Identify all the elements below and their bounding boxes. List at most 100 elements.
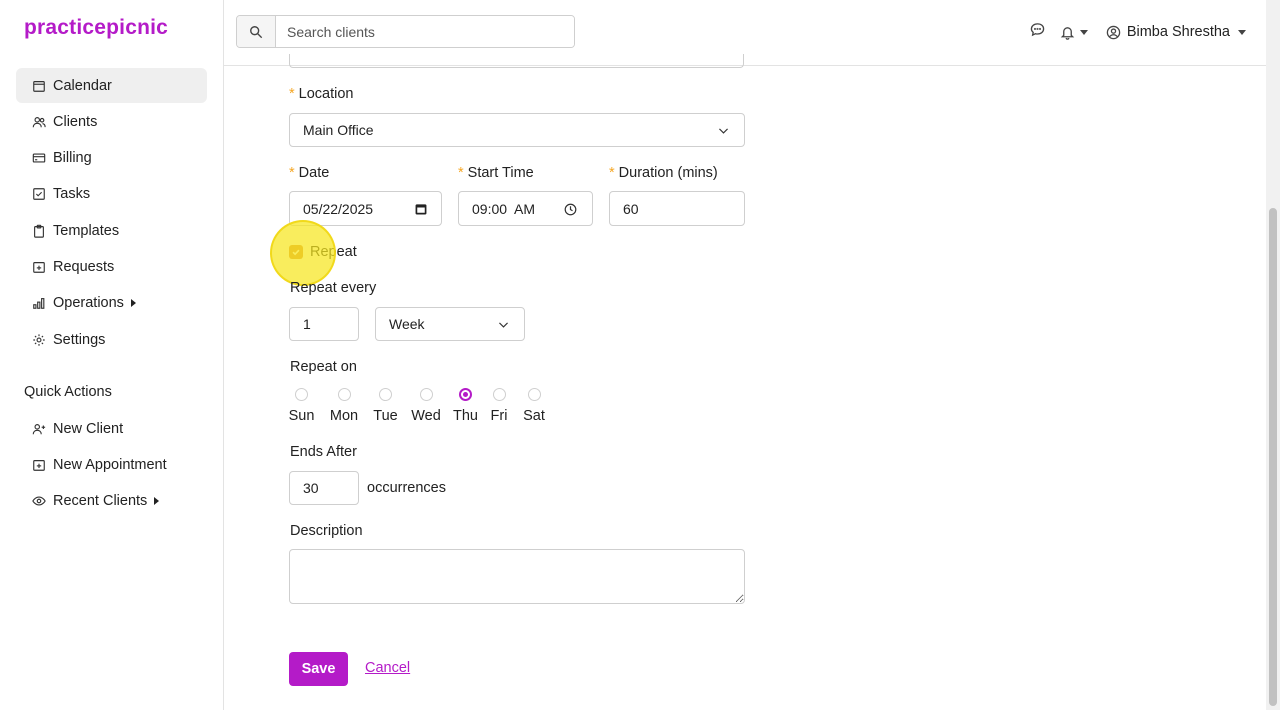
radio-button[interactable] [492, 388, 506, 401]
day-label: Fri [490, 408, 508, 424]
date-input[interactable]: 05/22/2025 [289, 191, 442, 226]
search-input[interactable] [276, 16, 574, 47]
ends-after-input[interactable]: 30 [289, 471, 359, 505]
day-option-fri[interactable]: Fri [490, 388, 508, 424]
sidebar-item-label: Billing [53, 150, 92, 167]
date-value: 05/22/2025 [303, 200, 374, 217]
radio-button-selected[interactable] [459, 388, 472, 401]
caret-right-icon [154, 497, 160, 506]
user-name: Bimba Shrestha [1126, 24, 1230, 40]
chat-icon[interactable] [1030, 22, 1045, 42]
clock-icon[interactable] [564, 203, 577, 216]
repeat-label[interactable]: Repeat [310, 244, 357, 260]
sidebar-item-label: Operations [53, 295, 124, 312]
quick-actions-title: Quick Actions [24, 384, 112, 400]
checkmark-icon [292, 249, 300, 256]
radio-button[interactable] [379, 388, 392, 401]
sidebar-item-clients[interactable]: Clients [16, 104, 207, 139]
radio-button[interactable] [527, 388, 541, 401]
search-button[interactable] [237, 16, 276, 47]
calendar-icon[interactable] [415, 203, 427, 215]
day-option-sun[interactable]: Sun [289, 388, 314, 424]
start-time-label: * Start Time [458, 165, 534, 181]
sidebar-item-label: Templates [53, 222, 120, 239]
quick-action-new-client[interactable]: New Client [16, 411, 207, 446]
sidebar-item-templates[interactable]: Templates [16, 213, 207, 248]
gear-icon [31, 332, 46, 347]
repeat-checkbox[interactable] [289, 245, 303, 259]
duration-input[interactable]: 60 [609, 191, 745, 226]
cancel-link[interactable]: Cancel [365, 660, 410, 676]
radio-button[interactable] [419, 388, 433, 401]
header-actions: Bimba Shrestha [1030, 21, 1246, 43]
repeat-unit-select[interactable]: Week [375, 307, 525, 341]
chevron-down-icon [719, 128, 728, 134]
location-select[interactable]: Main Office [289, 113, 745, 147]
description-label: Description [290, 523, 363, 539]
calendar-plus-icon [31, 457, 46, 472]
sidebar-item-requests[interactable]: Requests [16, 249, 207, 284]
clipboard-icon [31, 223, 46, 238]
day-label: Sat [523, 408, 545, 424]
scrollbar-thumb[interactable] [1269, 208, 1277, 706]
day-option-wed[interactable]: Wed [411, 388, 441, 424]
eye-icon [31, 494, 46, 509]
calendar-icon [31, 78, 46, 93]
start-time-value: 09:00 AM [472, 200, 536, 217]
day-label: Wed [411, 408, 441, 424]
credit-card-icon [31, 151, 46, 166]
chevron-down-icon [499, 322, 508, 328]
radio-button[interactable] [337, 388, 351, 401]
chevron-down-icon [1238, 29, 1246, 35]
sidebar-item-settings[interactable]: Settings [16, 322, 207, 357]
search-icon [250, 25, 263, 38]
day-option-tue[interactable]: Tue [373, 388, 398, 424]
repeat-on-days: Sun Mon Tue Wed Thu Fri Sat [289, 388, 546, 424]
calendar-plus-icon [31, 259, 46, 274]
bell-icon [1060, 26, 1075, 40]
occurrences-label: occurrences [367, 480, 446, 496]
sidebar-nav: Calendar Clients Billing Tasks Templates… [16, 68, 207, 358]
notifications-dropdown[interactable] [1060, 25, 1088, 40]
sidebar-item-operations[interactable]: Operations [16, 286, 207, 321]
day-option-mon[interactable]: Mon [329, 388, 359, 424]
quick-action-recent-clients[interactable]: Recent Clients [16, 484, 207, 519]
sidebar-item-calendar[interactable]: Calendar [16, 68, 207, 103]
description-textarea[interactable] [289, 549, 745, 604]
users-icon [31, 114, 46, 129]
app-logo[interactable]: practicepicnic [24, 16, 168, 40]
day-label: Tue [373, 408, 398, 424]
radio-button[interactable] [295, 388, 308, 401]
checkbox-icon [31, 187, 46, 202]
sidebar-item-tasks[interactable]: Tasks [16, 177, 207, 212]
day-option-thu[interactable]: Thu [453, 388, 478, 424]
chevron-down-icon [1079, 29, 1088, 35]
day-label: Sun [288, 408, 315, 424]
previous-field-bottom[interactable] [289, 54, 744, 68]
bar-chart-icon [31, 296, 46, 311]
sidebar-item-label: Requests [53, 258, 115, 275]
quick-action-new-appointment[interactable]: New Appointment [16, 447, 207, 482]
sidebar-item-label: Calendar [53, 77, 112, 94]
date-label: * Date [289, 165, 330, 181]
quick-action-label: New Client [53, 420, 124, 437]
sidebar-item-label: Settings [53, 331, 106, 348]
sidebar-item-label: Tasks [53, 186, 91, 203]
user-plus-icon [31, 421, 46, 436]
repeat-every-input[interactable]: 1 [289, 307, 359, 341]
repeat-on-label: Repeat on [290, 359, 357, 375]
duration-value: 60 [623, 200, 639, 217]
quick-action-label: Recent Clients [53, 493, 148, 510]
location-value: Main Office [303, 122, 374, 138]
duration-label: * Duration (mins) [609, 165, 718, 181]
day-label: Mon [329, 408, 359, 424]
sidebar: practicepicnic Calendar Clients Billing … [0, 0, 224, 710]
save-button[interactable]: Save [289, 652, 348, 686]
user-menu[interactable]: Bimba Shrestha [1106, 24, 1246, 40]
ends-after-value: 30 [303, 480, 319, 496]
start-time-input[interactable]: 09:00 AM [458, 191, 593, 226]
day-option-sat[interactable]: Sat [522, 388, 546, 424]
sidebar-item-billing[interactable]: Billing [16, 141, 207, 176]
search-bar [236, 15, 575, 48]
quick-actions: New Client New Appointment Recent Client… [16, 411, 207, 520]
